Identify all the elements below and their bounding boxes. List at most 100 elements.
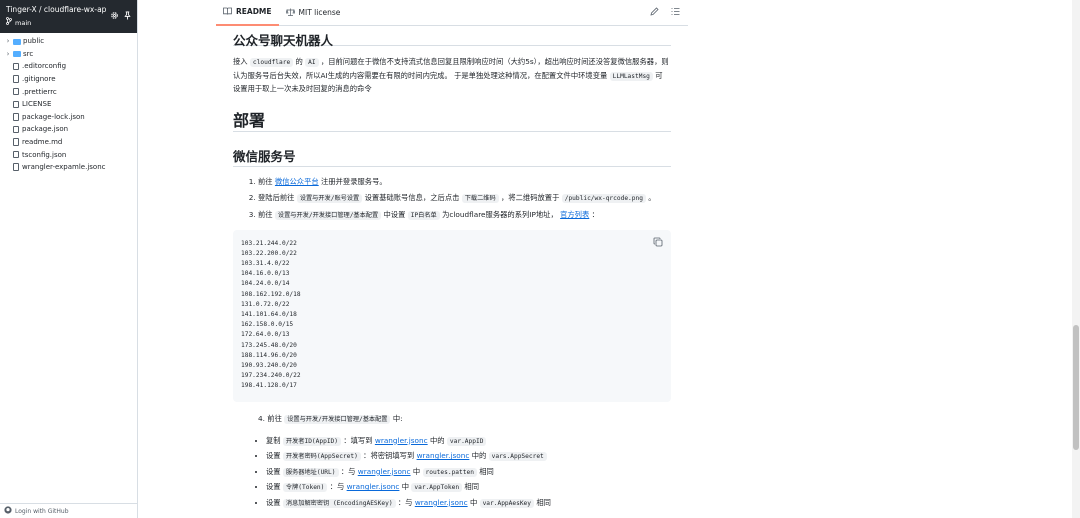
edit-icon[interactable] (650, 7, 659, 19)
step2-text-2: 设置基础账号信息，之后点击 (364, 192, 460, 202)
wrangler-jsonc-link[interactable]: wrangler.jsonc (358, 467, 411, 476)
tree-folder[interactable]: › public (0, 35, 137, 48)
wechat-platform-link[interactable]: 微信公众平台 (275, 177, 319, 186)
book-icon (223, 7, 232, 17)
tab-readme[interactable]: README (216, 0, 279, 26)
file-icon (13, 138, 19, 146)
file-icon (13, 113, 19, 121)
official-list-link[interactable]: 官方列表 (560, 210, 589, 219)
tab-license[interactable]: MIT license (279, 0, 348, 26)
step4-code: 设置与开发/开发接口管理/基本配置 (284, 414, 391, 424)
ip-line: 197.234.240.0/22 (241, 372, 301, 380)
ip-line: 103.31.4.0/22 (241, 259, 290, 267)
bullet-code: 令牌(Token) (282, 483, 328, 493)
tree-item-label: src (23, 49, 34, 58)
login-with-github[interactable]: Login with GitHub (0, 503, 137, 518)
tree-file[interactable]: .prettierrc (0, 85, 137, 98)
file-icon (13, 150, 19, 159)
folder-icon (13, 38, 21, 45)
tree-file[interactable]: tsconfig.json (0, 148, 137, 161)
scrollbar-thumb[interactable] (1073, 325, 1079, 450)
tree-item-label: package-lock.json (22, 112, 85, 121)
tree-file[interactable]: .editorconfig (0, 60, 137, 73)
ip-line: 103.21.244.0/22 (241, 239, 297, 247)
settings-icon[interactable] (110, 5, 119, 19)
list-item: 设置 服务器地址(URL) ：与 wrangler.jsonc 中 routes… (266, 465, 671, 481)
bullet-text: ：与 (340, 466, 356, 476)
wrangler-jsonc-link[interactable]: wrangler.jsonc (415, 498, 468, 507)
tree-file[interactable]: package-lock.json (0, 111, 137, 124)
bullet-code: var.AppID (446, 436, 487, 446)
file-icon (13, 75, 19, 83)
list-item: 前往 微信公众平台 注册并登录服务号。 (258, 175, 671, 188)
deploy-steps: 前往 微信公众平台 注册并登录服务号。 登陆后前往 设置与开发/账号设置 设置基… (233, 175, 671, 222)
step4-text-1: 前往 (267, 413, 282, 423)
ip-line: 141.101.64.0/18 (241, 310, 297, 318)
branch-name: main (15, 18, 32, 27)
ip-line: 103.22.200.0/22 (241, 249, 297, 257)
tree-item-label: .prettierrc (22, 87, 57, 96)
file-icon (13, 100, 19, 109)
tree-item-label: package.json (22, 125, 69, 134)
step2-code-2: 下载二维码 (461, 193, 499, 203)
ip-line: 104.24.0.0/14 (241, 280, 290, 288)
readme-panel: README MIT license 公众号聊天机器人 接入 cloudflar… (216, 0, 688, 518)
ip-line: 104.16.0.0/13 (241, 270, 290, 278)
tree-file[interactable]: .gitignore (0, 73, 137, 86)
bullet-code: 开发者密码(AppSecret) (282, 452, 361, 462)
step3-text-3: 为cloudflare服务器的系列IP地址， (442, 209, 558, 219)
copy-icon[interactable] (653, 237, 663, 247)
ip-line: 188.114.96.0/20 (241, 351, 297, 359)
tree-folder[interactable]: › src (0, 48, 137, 61)
bullet-code: var.AppAesKey (479, 498, 534, 508)
repo-title[interactable]: Tinger-X / cloudflare-wx-ap (6, 5, 110, 15)
tree-file[interactable]: readme.md (0, 136, 137, 149)
chevron-right-icon: › (6, 49, 10, 58)
branch-icon (6, 17, 12, 28)
login-label: Login with GitHub (15, 507, 69, 515)
bullet-code: 服务器地址(URL) (282, 467, 339, 477)
intro-code-llmlastmsg: LLMLastMsg (609, 71, 653, 81)
tree-item-label: readme.md (22, 138, 63, 147)
step3-text-2: 中设置 (383, 209, 406, 219)
tree-item-label: wrangler-expamle.jsonc (22, 163, 106, 172)
file-icon (13, 163, 19, 171)
wrangler-jsonc-link[interactable]: wrangler.jsonc (347, 482, 400, 491)
heading-chatbot: 公众号聊天机器人 (233, 26, 671, 48)
bullet-text: 设置 (266, 497, 281, 507)
page-scrollbar[interactable] (1072, 0, 1080, 518)
bullet-text: 中的 (429, 435, 445, 445)
intro-paragraph: 接入 cloudflare 的 AI ，目前问题在于微信不支持流式信息回复且限制… (233, 56, 669, 96)
bullet-code: routes.patten (422, 467, 477, 477)
step3-code-1: 设置与开发/开发接口管理/基本配置 (274, 210, 382, 220)
wrangler-jsonc-link[interactable]: wrangler.jsonc (375, 436, 428, 445)
intro-text-1: 接入 (233, 57, 248, 66)
folder-icon (13, 51, 21, 58)
list-item: 复制 开发者ID(AppID) ：填写到 wrangler.jsonc 中的 v… (266, 434, 671, 450)
step2-text-1: 登陆后前往 (258, 192, 295, 202)
bullet-text: 中 (469, 497, 478, 507)
intro-code-ai: AI (305, 58, 319, 67)
ip-line: 108.162.192.0/18 (241, 290, 301, 298)
tree-file[interactable]: package.json (0, 123, 137, 136)
bullet-text: 相同 (479, 466, 494, 476)
step2-text-3: ，将二维码放置于 (501, 192, 560, 202)
bullet-code: 开发者ID(AppID) (282, 436, 342, 446)
step4-text-2: 中: (392, 413, 403, 423)
pin-icon[interactable] (123, 5, 132, 20)
wrangler-jsonc-link[interactable]: wrangler.jsonc (417, 451, 470, 460)
law-icon (285, 8, 296, 18)
ip-line: 162.158.0.0/15 (241, 321, 294, 329)
bullet-text: 设置 (266, 466, 281, 476)
bullet-code: 消息加解密密钥 (EncodingAESKey) (282, 498, 396, 508)
tree-file[interactable]: wrangler-expamle.jsonc (0, 161, 137, 174)
intro-text-2: 的 (295, 57, 303, 66)
tree-file[interactable]: LICENSE (0, 98, 137, 111)
tab-readme-label: README (236, 7, 272, 16)
outline-list-icon[interactable] (671, 7, 680, 19)
github-icon (4, 506, 12, 516)
bullet-text: ：与 (397, 497, 413, 507)
sidebar-header: Tinger-X / cloudflare-wx-ap main (0, 0, 137, 33)
tree-item-label: public (23, 37, 45, 46)
ip-line: 198.41.128.0/17 (241, 382, 297, 390)
